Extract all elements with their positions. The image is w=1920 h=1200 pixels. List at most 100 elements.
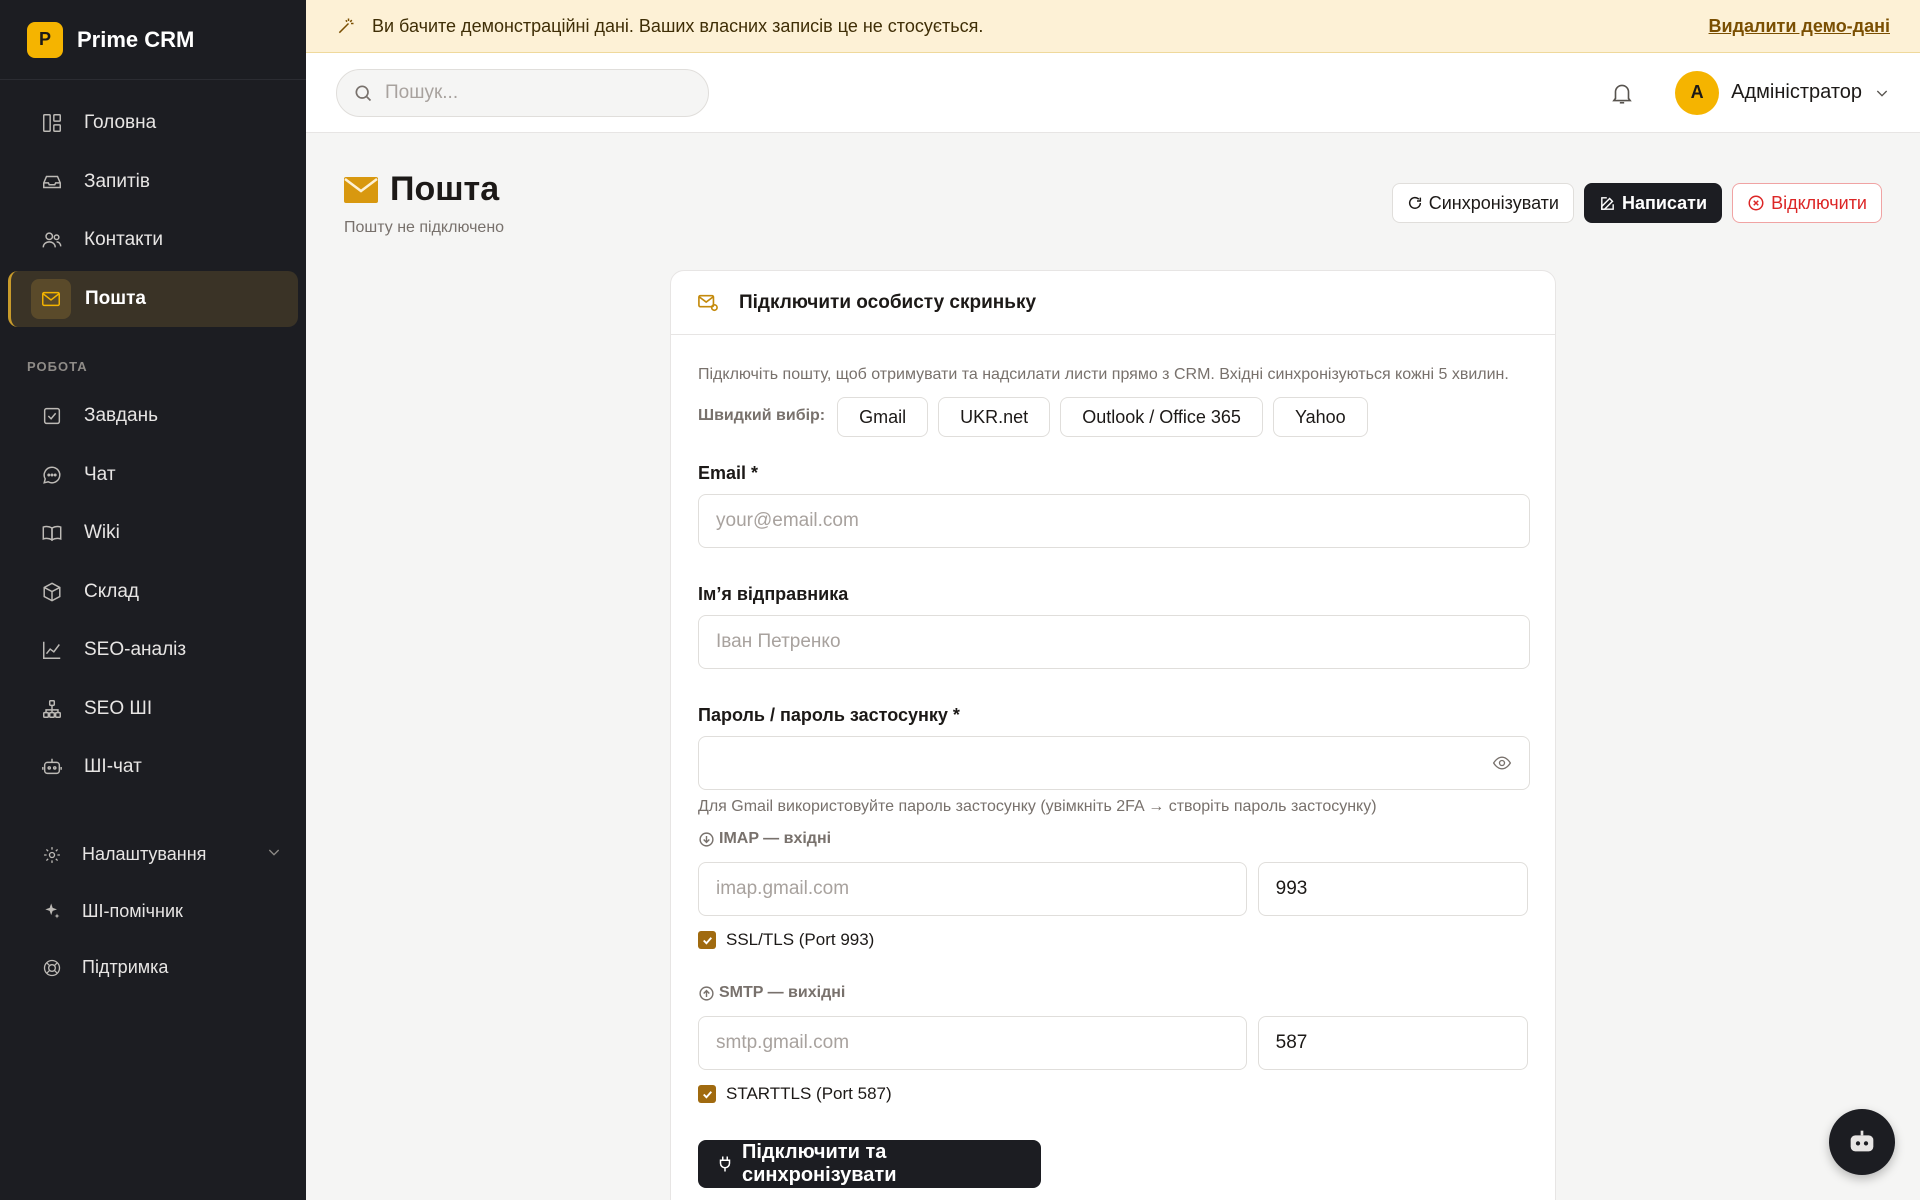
compose-button[interactable]: Написати (1583, 183, 1723, 223)
sidebar-item-home[interactable]: Головна (8, 95, 298, 151)
imap-ssl-checkbox[interactable] (698, 931, 716, 949)
plug-icon (716, 1154, 734, 1174)
card-description: Підключіть пошту, щоб отримувати та надс… (698, 366, 1509, 383)
checkbox-icon (40, 404, 64, 428)
sidebar-item-chat[interactable]: Чат (8, 447, 298, 503)
robot-icon (40, 755, 64, 779)
users-icon (40, 228, 64, 252)
smtp-section-label: SMTP — вихідні (698, 984, 1528, 1002)
quick-outlook-button[interactable]: Outlook / Office 365 (1060, 397, 1263, 437)
sidebar-item-label: Склад (84, 580, 139, 602)
brand-name: Prime CRM (77, 26, 195, 52)
sidebar-item-settings[interactable]: Налаштування (8, 828, 298, 882)
imap-section-text: IMAP — вхідні (719, 830, 832, 847)
book-icon (40, 521, 64, 545)
smtp-row (698, 1016, 1528, 1070)
smtp-port-field[interactable] (1275, 1032, 1510, 1054)
sidebar-item-label: ШІ-чат (84, 756, 142, 777)
sidebar-item-label: Завдань (84, 405, 158, 426)
lifebuoy-icon (40, 956, 64, 980)
sidebar-item-tasks[interactable]: Завдань (8, 388, 298, 444)
card-body: Підключіть пошту, щоб отримувати та надс… (671, 335, 1555, 1200)
sender-name-field-wrap (698, 615, 1530, 669)
sidebar-item-seo-analysis[interactable]: SEO-аналіз (8, 622, 298, 678)
page-subtitle: Пошту не підключено (344, 219, 505, 236)
search-box[interactable] (336, 68, 709, 117)
smtp-section-text: SMTP — вихідні (719, 984, 846, 1001)
network-icon (40, 697, 64, 721)
user-menu[interactable]: А Адміністратор (1675, 70, 1890, 115)
imap-port-wrap (1257, 862, 1528, 916)
sidebar-item-label: Головна (84, 112, 157, 133)
sync-button-label: Синхронізувати (1428, 192, 1559, 213)
sender-name-field[interactable] (716, 631, 1512, 653)
close-circle-icon (1747, 194, 1765, 212)
brand[interactable]: P Prime CRM (0, 0, 306, 80)
email-field[interactable] (716, 510, 1512, 532)
card-header: Підключити особисту скриньку (671, 271, 1555, 335)
password-field[interactable] (716, 752, 1492, 774)
sidebar-item-label: Запитів (84, 170, 150, 192)
sidebar-item-wiki[interactable]: Wiki (8, 505, 298, 561)
edit-icon (1599, 195, 1616, 212)
imap-section-label: IMAP — вхідні (698, 830, 1528, 848)
chart-icon (40, 638, 64, 662)
sidebar-item-seo-ai[interactable]: SEO ШІ (8, 681, 298, 737)
page-title: Пошта (344, 170, 504, 209)
demo-banner: Ви бачите демонстраційні дані. Ваших вла… (306, 0, 1920, 53)
magic-wand-icon (336, 16, 356, 36)
sidebar-item-requests[interactable]: Запитів (8, 154, 298, 210)
imap-host-field[interactable] (716, 878, 1229, 900)
arrow-up-circle-icon (698, 985, 715, 1002)
disconnect-button-label: Відключити (1771, 192, 1867, 213)
sidebar-item-contacts[interactable]: Контакти (8, 212, 298, 268)
sidebar-item-label: ШІ-помічник (82, 900, 183, 921)
disconnect-button[interactable]: Відключити (1732, 183, 1882, 223)
search-input[interactable] (385, 81, 685, 104)
imap-ssl-label: SSL/TLS (Port 993) (726, 930, 875, 949)
main-nav: Головна Запитів Контакти Пошта (0, 95, 306, 327)
sidebar-item-label: Пошта (85, 287, 146, 309)
sidebar-item-label: Чат (84, 463, 116, 485)
bell-icon[interactable] (1609, 80, 1635, 106)
quick-gmail-button[interactable]: Gmail (837, 397, 929, 437)
topbar: А Адміністратор (306, 53, 1920, 133)
robot-icon (1846, 1126, 1878, 1158)
bottom-nav: Налаштування ШІ-помічник Підтримка (0, 828, 306, 995)
quick-select-label: Швидкий вибір: (698, 407, 826, 424)
password-field-wrap (698, 736, 1530, 790)
ai-assistant-fab[interactable] (1829, 1109, 1895, 1175)
delete-demo-data-link[interactable]: Видалити демо-дані (1709, 16, 1890, 37)
smtp-tls-label: STARTTLS (Port 587) (726, 1084, 892, 1103)
mail-settings-icon (697, 293, 719, 313)
eye-icon[interactable] (1492, 753, 1512, 773)
sidebar-item-label: SEO-аналіз (84, 639, 187, 660)
connect-sync-label: Підключити та синхронізувати (742, 1141, 897, 1186)
smtp-port-wrap (1257, 1016, 1528, 1070)
smtp-host-field[interactable] (716, 1032, 1229, 1054)
sidebar-item-ai-assistant[interactable]: ШІ-помічник (8, 884, 298, 938)
quick-yahoo-button[interactable]: Yahoo (1272, 397, 1368, 437)
smtp-tls-checkbox[interactable] (698, 1085, 716, 1103)
sync-button[interactable]: Синхронізувати (1391, 183, 1574, 223)
inbox-icon (40, 170, 64, 194)
imap-host-wrap (698, 862, 1247, 916)
sidebar: P Prime CRM Головна Запитів Контакти Пош… (0, 0, 306, 1200)
chevron-down-icon (266, 844, 282, 865)
sidebar-item-support[interactable]: Підтримка (8, 941, 298, 995)
connect-sync-button[interactable]: Підключити та синхронізувати (698, 1140, 1041, 1188)
smtp-host-wrap (698, 1016, 1247, 1070)
email-label: Email * (698, 463, 759, 483)
sidebar-item-mail[interactable]: Пошта (8, 270, 298, 327)
mail-icon (31, 278, 71, 319)
user-name: Адміністратор (1731, 81, 1862, 103)
sender-name-label: Ім’я відправника (698, 584, 849, 604)
imap-port-field[interactable] (1275, 878, 1510, 900)
dashboard-icon (40, 111, 64, 135)
sidebar-item-label: Wiki (84, 522, 120, 543)
quick-ukrnet-button[interactable]: UKR.net (938, 397, 1051, 437)
demo-banner-text: Ви бачите демонстраційні дані. Ваших вла… (372, 15, 984, 36)
sidebar-item-ai-chat[interactable]: ШІ-чат (8, 739, 298, 795)
sidebar-item-warehouse[interactable]: Склад (8, 564, 298, 620)
